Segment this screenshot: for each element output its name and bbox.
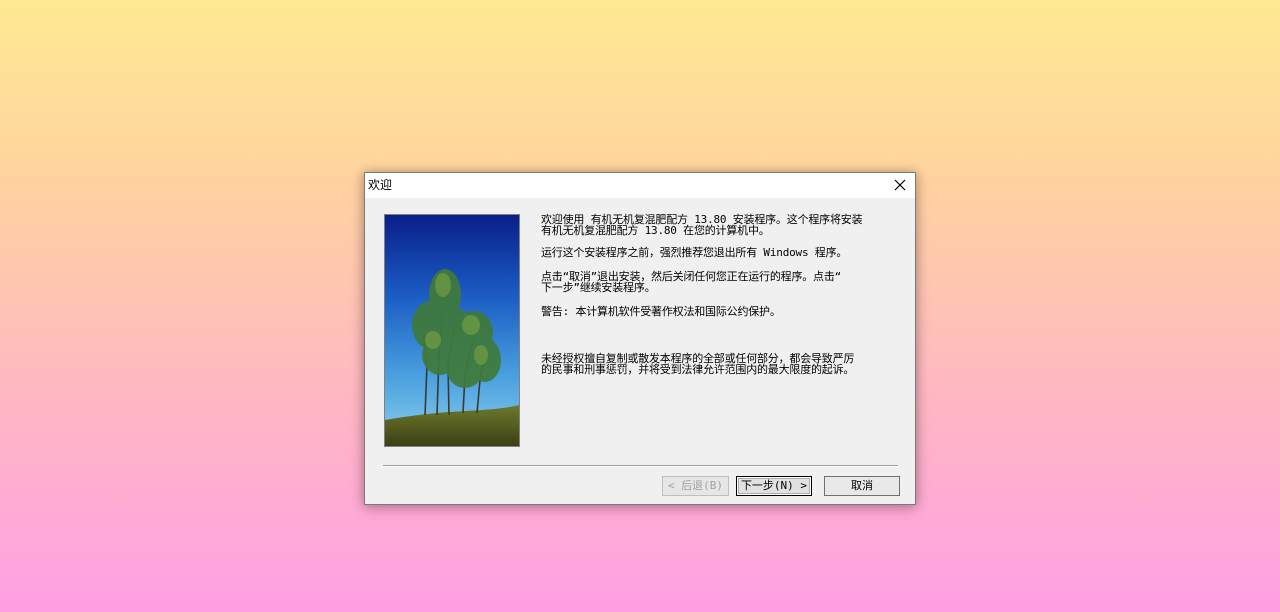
welcome-paragraph: 欢迎使用 有机无机复混肥配方 13.80 安装程序。这个程序将安装 有机无机复混… [541,213,863,237]
title-bar[interactable]: 欢迎 [365,173,915,198]
exit-programs-paragraph: 运行这个安装程序之前，强烈推荐您退出所有 Windows 程序。 [541,246,848,259]
welcome-text: 欢迎使用 有机无机复混肥配方 13.80 安装程序。这个程序将安装 有机无机复混… [541,214,895,375]
cancel-instructions-paragraph: 点击“取消”退出安装，然后关闭任何您正在运行的程序。点击“ 下一步”继续安装程序… [541,270,842,294]
legal-notice: 未经授权擅自复制或散发本程序的全部或任何部分，都会导致严厉 的民事和刑事惩罚，并… [541,352,855,376]
setup-wizard-dialog: 欢迎 欢迎使用 有机无机复混肥配方 13.80 安装程序。这个程序将安装 有机无… [364,172,916,505]
close-button[interactable] [885,173,915,198]
next-button[interactable]: 下一步(N) > [736,476,812,496]
copyright-warning: 警告: 本计算机软件受著作权法和国际公约保护。 [541,305,781,318]
window-title: 欢迎 [368,178,393,192]
cancel-button[interactable]: 取消 [824,476,900,496]
button-separator [383,465,898,467]
back-button[interactable]: < 后退(B) [662,476,729,496]
close-icon [894,179,906,191]
welcome-tree-image [384,214,520,447]
